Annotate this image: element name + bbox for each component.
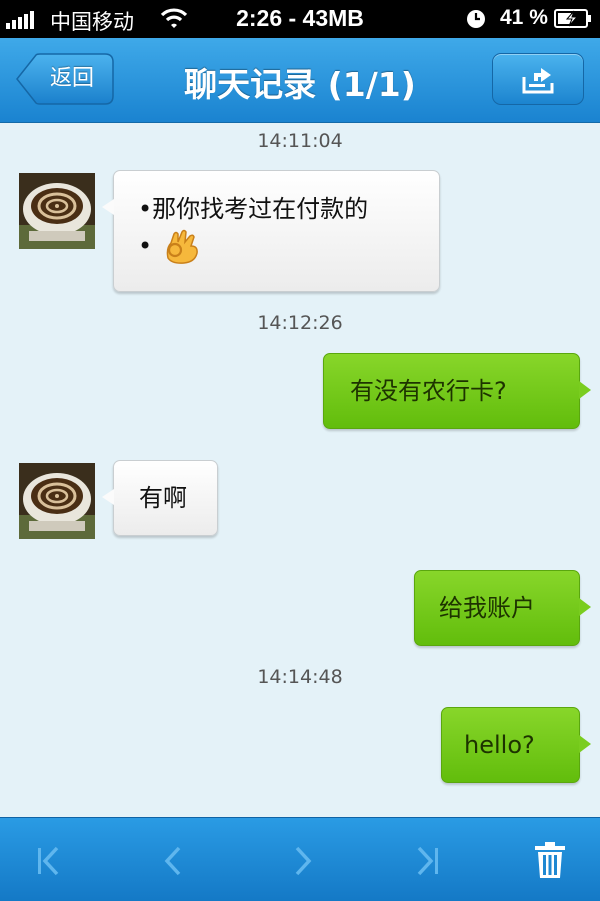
first-page-button[interactable] bbox=[30, 844, 70, 878]
export-tray-icon bbox=[522, 68, 554, 94]
next-page-icon bbox=[295, 846, 312, 876]
message-timestamp: 14:14:48 bbox=[257, 666, 343, 688]
message-text: 有没有农行卡? bbox=[350, 377, 507, 405]
chat-history[interactable]: 14:11:04 •那你找考过在付款的 • 14:12:26 有没有农行卡? 有… bbox=[0, 123, 600, 817]
navigation-bar: 返回 聊天记录 (1/1) bbox=[0, 38, 600, 123]
contact-avatar[interactable] bbox=[19, 463, 95, 539]
clock-icon bbox=[466, 9, 486, 35]
previous-page-button[interactable] bbox=[153, 844, 193, 878]
message-text: 有啊 bbox=[139, 484, 187, 512]
first-page-icon bbox=[38, 846, 59, 876]
incoming-message-bubble[interactable]: 有啊 bbox=[102, 460, 218, 536]
last-page-icon bbox=[417, 846, 438, 876]
export-button[interactable] bbox=[492, 53, 584, 105]
message-text-line: •那你找考过在付款的 bbox=[138, 195, 369, 223]
message-text: 给我账户 bbox=[439, 594, 535, 622]
bottom-toolbar bbox=[0, 817, 600, 901]
trash-icon bbox=[535, 842, 565, 878]
bullet-text: • bbox=[138, 232, 153, 260]
message-timestamp: 14:12:26 bbox=[257, 312, 343, 334]
previous-page-icon bbox=[164, 846, 181, 876]
coffee-cup-avatar bbox=[19, 173, 95, 249]
status-bar: 中国移动 2:26 - 43MB 41 % bbox=[0, 0, 600, 38]
contact-avatar[interactable] bbox=[19, 173, 95, 249]
coffee-cup-avatar bbox=[19, 463, 95, 539]
outgoing-message-bubble[interactable]: 给我账户 bbox=[414, 570, 591, 646]
ok-hand-emoji-icon bbox=[166, 229, 198, 264]
message-text-line: • bbox=[138, 228, 439, 266]
message-text: hello? bbox=[464, 731, 535, 759]
outgoing-message-bubble[interactable]: 有没有农行卡? bbox=[323, 353, 591, 429]
message-timestamp: 14:11:04 bbox=[257, 130, 343, 152]
incoming-message-bubble[interactable]: •那你找考过在付款的 • bbox=[102, 170, 440, 292]
delete-button[interactable] bbox=[530, 840, 570, 880]
last-page-button[interactable] bbox=[406, 844, 446, 878]
next-page-button[interactable] bbox=[283, 844, 323, 878]
outgoing-message-bubble[interactable]: hello? bbox=[441, 707, 591, 783]
battery-percent: 41 % bbox=[500, 6, 548, 29]
battery-charging-icon bbox=[554, 9, 592, 34]
